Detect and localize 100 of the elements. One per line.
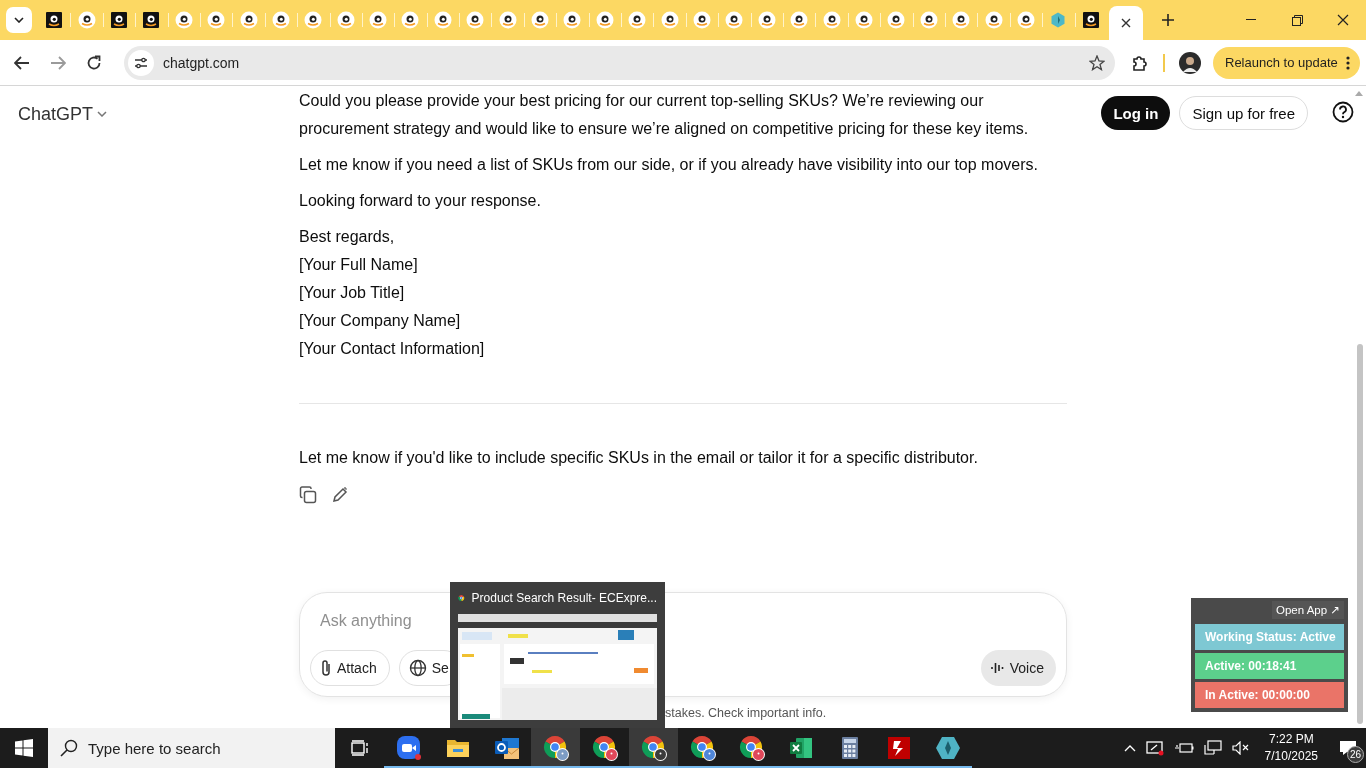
avatar-icon[interactable] [1179, 51, 1201, 74]
message-paragraph: Could you please provide your best pricing for our current top-selling SKUs? We’re reviewing our procurement strategy and would like to ensure we’re aligned on competitive pricing for these key items. [299, 91, 1030, 139]
relaunch-button[interactable]: Relaunch to update [1213, 46, 1360, 79]
voice-button[interactable]: Voice [980, 650, 1056, 686]
favicon-icon [790, 11, 809, 29]
edit-icon[interactable] [331, 486, 349, 504]
favicon-icon [271, 11, 290, 29]
favicon-icon [595, 11, 614, 29]
status-row: In Active: 00:00:00 [1195, 682, 1344, 708]
favicon-icon [531, 11, 550, 29]
disclaimer-text: stakes. Check important info. [665, 705, 827, 720]
battery-icon[interactable] [1173, 742, 1194, 754]
chevron-down-icon [14, 17, 24, 23]
model-selector[interactable]: ChatGPT [18, 102, 108, 126]
favicon-icon [110, 12, 127, 28]
favicon-icon [401, 11, 420, 29]
favicon-icon [952, 11, 971, 29]
favicon-icon [887, 11, 906, 29]
browser-icon [542, 735, 569, 761]
tab-search-button[interactable] [6, 7, 32, 33]
preview-title: Product Search Result- ECExpre... [471, 591, 657, 605]
favicon-icon [369, 11, 388, 29]
open-app-button[interactable]: Open App ↗ [1272, 601, 1344, 619]
hexagon-icon [1050, 12, 1067, 28]
video-call-icon [395, 735, 422, 761]
waveform-icon [990, 661, 1005, 675]
lightning-icon [886, 736, 911, 760]
spreadsheet-icon [788, 737, 813, 759]
favicon-icon [1082, 12, 1099, 28]
favicon-icon [628, 11, 647, 29]
screen-icon[interactable] [1145, 740, 1164, 756]
chevron-up-icon[interactable] [1123, 744, 1136, 752]
favicon-icon [822, 11, 841, 29]
favicon-icon [336, 11, 355, 29]
favicon-icon [1016, 11, 1035, 29]
favicon-icon [919, 11, 938, 29]
plus-icon [1160, 13, 1175, 27]
notification-count: 26 [1347, 746, 1364, 763]
clock-date[interactable]: 7/10/2025 [1264, 748, 1318, 765]
signup-button[interactable]: Sign up for free [1179, 96, 1308, 130]
favicon-icon [693, 11, 711, 29]
restore-icon [1291, 14, 1303, 26]
muted-speaker-icon[interactable] [1231, 741, 1250, 755]
site-settings-icon[interactable] [134, 56, 148, 69]
attach-button[interactable]: Attach [310, 650, 390, 686]
status-row: Active: 00:18:41 [1195, 653, 1344, 679]
signature-line: [Your Full Name] [299, 255, 419, 275]
scroll-up-icon[interactable] [1355, 91, 1363, 96]
calculator-icon [840, 736, 859, 760]
message-paragraph: Let me know if you need a list of SKUs from our side, or if you already have visibility into our top movers. [299, 155, 1039, 175]
window-preview-tooltip[interactable]: Product Search Result- ECExpre... [450, 582, 665, 728]
favicon-icon [854, 11, 873, 29]
favicon-icon [239, 11, 258, 29]
forward-arrow-icon [50, 55, 66, 70]
status-row: Working Status: Active [1195, 624, 1344, 650]
search-field[interactable]: Type here to search [88, 739, 308, 757]
favicon-icon [77, 11, 96, 29]
browser-icon [591, 735, 618, 761]
copy-icon[interactable] [299, 486, 317, 504]
favicon-icon [757, 11, 776, 29]
login-button[interactable]: Log in [1101, 96, 1171, 130]
taskbar-app[interactable] [531, 728, 580, 768]
favicon-icon [660, 11, 679, 29]
folder-icon [445, 737, 470, 759]
message-paragraph: Looking forward to your response. [299, 191, 542, 211]
favicon-icon [433, 11, 452, 29]
notification-button[interactable]: 26 [1330, 728, 1366, 768]
search-icon [60, 739, 78, 757]
scrollbar-thumb[interactable] [1357, 344, 1363, 724]
signature-line: [Your Job Title] [299, 283, 406, 303]
minimize-icon [1246, 19, 1256, 21]
help-icon[interactable] [1332, 101, 1354, 123]
address-bar[interactable]: chatgpt.com [124, 45, 1115, 80]
close-icon [1337, 14, 1349, 26]
hexagon-icon [934, 736, 961, 760]
signature-line: [Your Company Name] [299, 311, 462, 331]
puzzle-icon[interactable] [1131, 53, 1149, 72]
browser-icon [689, 735, 716, 761]
favicon-icon [466, 11, 485, 29]
back-arrow-icon [14, 55, 30, 70]
bookmark-star-icon[interactable] [1089, 54, 1105, 71]
globe-icon [408, 659, 427, 677]
clock-time[interactable]: 7:22 PM [1268, 731, 1314, 748]
taskbar-app[interactable] [629, 728, 678, 768]
favicon-icon [563, 11, 582, 29]
favicon-icon [498, 11, 517, 29]
favicon-icon [207, 11, 226, 29]
browser-icon [640, 735, 667, 761]
message-paragraph: Let me know if you'd like to include specific SKUs in the email or tailor it for a specific distributor. [299, 448, 979, 468]
reload-icon [86, 54, 102, 71]
chevron-down-icon [97, 111, 108, 117]
favicon-icon [725, 11, 744, 29]
network-icon[interactable] [1203, 740, 1222, 756]
task-view-icon [351, 740, 369, 756]
taskbar-search-box[interactable]: Type here to search [48, 728, 335, 768]
favicon-icon [984, 11, 1003, 29]
favicon-icon [143, 12, 160, 28]
favicon-icon [304, 11, 323, 29]
windows-logo-icon [15, 739, 33, 757]
mail-icon [493, 736, 520, 760]
